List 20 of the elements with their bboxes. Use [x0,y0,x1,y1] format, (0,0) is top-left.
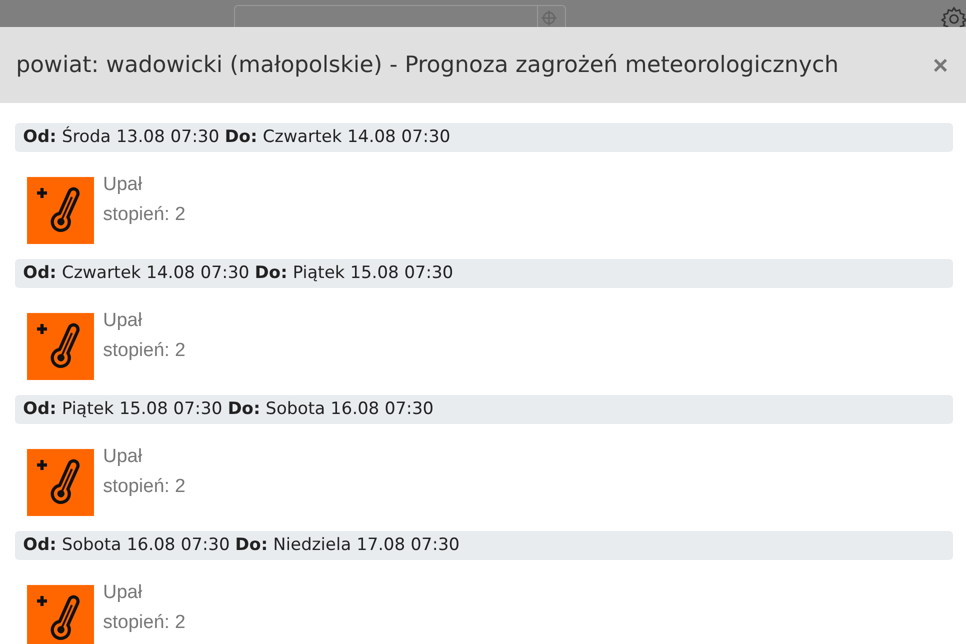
warning-degree: stopień: 2 [103,339,186,363]
thermometer-plus-icon [27,585,94,644]
warning-degree: stopień: 2 [103,475,186,499]
warning-name: Upał [103,445,142,469]
warning-name: Upał [103,309,142,333]
warning-name: Upał [103,581,142,605]
period-heading: Od: Czwartek 14.08 07:30 Do: Piątek 15.08 07:30 [15,259,953,288]
close-button[interactable]: × [928,52,952,78]
warning-degree: stopień: 2 [103,611,186,635]
crosshair-icon[interactable] [541,10,557,26]
warning-degree: stopień: 2 [103,203,186,227]
period-heading: Od: Piątek 15.08 07:30 Do: Sobota 16.08 07:30 [15,395,953,424]
thermometer-plus-icon [27,177,94,244]
thermometer-plus-icon [27,449,94,516]
period-heading: Od: Środa 13.08 07:30 Do: Czwartek 14.08 07:30 [15,123,953,152]
warning-name: Upał [103,173,142,197]
gear-icon[interactable] [941,6,966,27]
dialog-title: powiat: wadowicki (małopolskie) - Prognoza zagrożeń meteorologicznych [16,52,839,78]
thermometer-plus-icon [27,313,94,380]
period-heading: Od: Sobota 16.08 07:30 Do: Niedziela 17.08 07:30 [15,531,953,560]
